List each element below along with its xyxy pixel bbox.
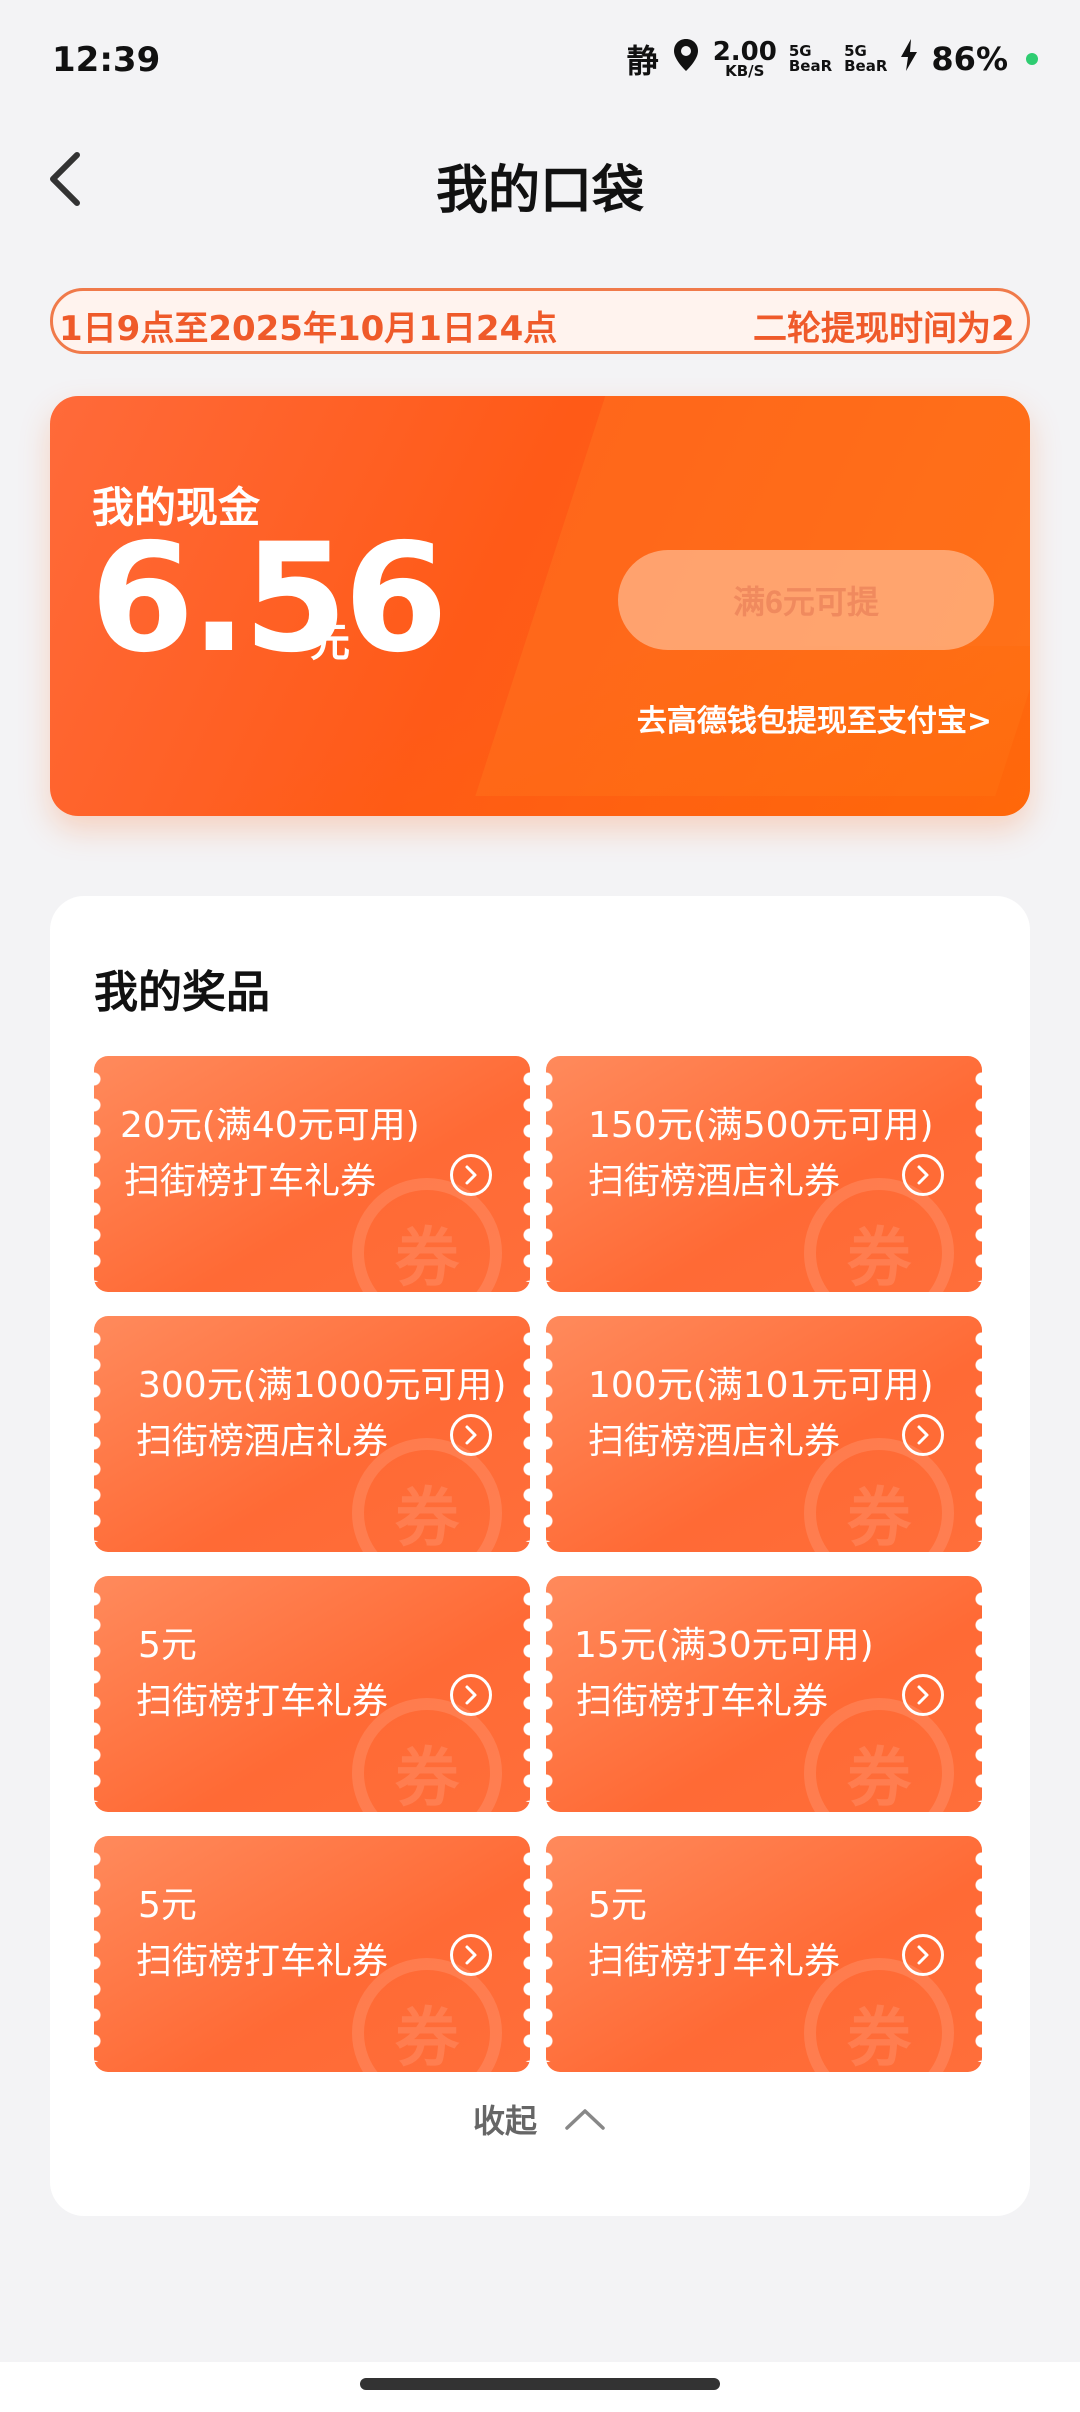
status-bar: 12:39 静 2.00 KB/S 5G BeaR 5G BeaR 86% bbox=[0, 0, 1080, 124]
collapse-button[interactable]: 收起 bbox=[473, 2096, 607, 2142]
chevron-up-icon bbox=[565, 2109, 605, 2130]
coupon-amount: 5元 bbox=[138, 1625, 197, 1666]
home-indicator[interactable] bbox=[360, 2378, 720, 2390]
banner-text-right: 二轮提现时间为2 bbox=[753, 309, 1015, 349]
coupon-name: 扫街榜打车礼券 bbox=[124, 1161, 377, 1202]
chevron-right-icon[interactable] bbox=[450, 1934, 492, 1976]
sim1-signal: 5G BeaR bbox=[788, 42, 833, 75]
notice-banner: 1日9点至2025年10月1日24点 二轮提现时间为2 bbox=[50, 288, 1030, 354]
coupon-card[interactable]: 券 300元(满1000元可用) 扫街榜酒店礼券 bbox=[94, 1316, 530, 1552]
cash-unit: 元 bbox=[310, 620, 350, 666]
withdraw-button[interactable]: 满6元可提 bbox=[618, 550, 994, 650]
chevron-right-icon[interactable] bbox=[902, 1154, 944, 1196]
coupon-card[interactable]: 券 100元(满101元可用) 扫街榜酒店礼券 bbox=[546, 1316, 982, 1552]
cash-card: 我的现金 6.56 元 满6元可提 去高德钱包提现至支付宝> bbox=[50, 396, 1030, 816]
prizes-title: 我的奖品 bbox=[94, 967, 270, 1018]
coupon-amount: 100元(满101元可用) bbox=[588, 1365, 934, 1406]
location-icon bbox=[671, 37, 701, 81]
status-time: 12:39 bbox=[52, 40, 161, 80]
page-title: 我的口袋 bbox=[435, 161, 644, 221]
coupon-card[interactable]: 券 5元 扫街榜打车礼券 bbox=[94, 1576, 530, 1812]
charging-icon bbox=[899, 38, 919, 80]
chevron-right-icon[interactable] bbox=[450, 1414, 492, 1456]
coupon-card[interactable]: 券 5元 扫街榜打车礼券 bbox=[546, 1836, 982, 2072]
chevron-right-icon[interactable] bbox=[902, 1674, 944, 1716]
coupon-amount: 20元(满40元可用) bbox=[120, 1105, 420, 1146]
cash-amount: 6.56 bbox=[90, 512, 448, 686]
coupon-amount: 5元 bbox=[138, 1885, 197, 1926]
chevron-right-icon[interactable] bbox=[450, 1154, 492, 1196]
coupon-name: 扫街榜酒店礼券 bbox=[136, 1421, 389, 1462]
sim2-signal: 5G BeaR bbox=[844, 42, 888, 75]
coupon-amount: 15元(满30元可用) bbox=[574, 1625, 874, 1666]
network-speed: 2.00 KB/S bbox=[712, 36, 777, 81]
coupon-name: 扫街榜酒店礼券 bbox=[588, 1421, 841, 1462]
coupon-card[interactable]: 券 5元 扫街榜打车礼券 bbox=[94, 1836, 530, 2072]
coupon-card[interactable]: 券 20元(满40元可用) 扫街榜打车礼券 bbox=[94, 1056, 530, 1292]
chevron-right-icon[interactable] bbox=[902, 1414, 944, 1456]
coupon-amount: 300元(满1000元可用) bbox=[138, 1365, 507, 1406]
page: 12:39 静 2.00 KB/S 5G BeaR 5G BeaR 86% 我的… bbox=[0, 0, 1080, 2412]
nav-bar: 我的口袋 bbox=[0, 124, 1080, 234]
coupon-amount: 150元(满500元可用) bbox=[588, 1105, 934, 1146]
coupon-name: 扫街榜打车礼券 bbox=[588, 1941, 841, 1982]
coupon-amount: 5元 bbox=[588, 1885, 647, 1926]
battery-level: 86% bbox=[931, 40, 1008, 78]
status-dot bbox=[1026, 53, 1038, 65]
coupon-card[interactable]: 券 150元(满500元可用) 扫街榜酒店礼券 bbox=[546, 1056, 982, 1292]
mute-indicator: 静 bbox=[626, 42, 659, 80]
collapse-label: 收起 bbox=[472, 2102, 537, 2140]
prizes-card: 我的奖品 券 20元(满40元可用) 扫街榜打车礼券 券 150元(满500元可… bbox=[50, 896, 1030, 2216]
wallet-withdraw-link[interactable]: 去高德钱包提现至支付宝> bbox=[637, 696, 992, 740]
chevron-right-icon[interactable] bbox=[902, 1934, 944, 1976]
coupon-name: 扫街榜打车礼券 bbox=[136, 1941, 389, 1982]
banner-text-left: 1日9点至2025年10月1日24点 bbox=[59, 309, 558, 349]
chevron-right-icon[interactable] bbox=[450, 1674, 492, 1716]
status-icons: 静 2.00 KB/S 5G BeaR 5G BeaR 86% bbox=[627, 36, 1038, 82]
coupon-name: 扫街榜酒店礼券 bbox=[588, 1161, 841, 1202]
coupon-name: 扫街榜打车礼券 bbox=[576, 1681, 829, 1722]
collapse-row: 收起 bbox=[50, 2096, 1030, 2142]
coupon-name: 扫街榜打车礼券 bbox=[136, 1681, 389, 1722]
coupon-card[interactable]: 券 15元(满30元可用) 扫街榜打车礼券 bbox=[546, 1576, 982, 1812]
